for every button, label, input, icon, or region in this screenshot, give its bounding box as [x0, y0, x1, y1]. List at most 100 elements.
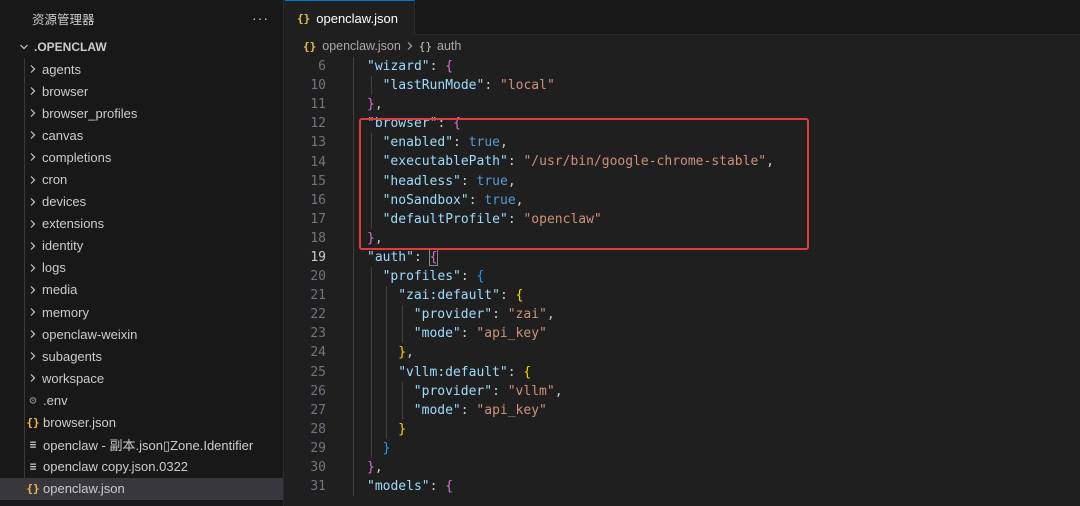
root-folder[interactable]: .OPENCLAW	[0, 36, 283, 58]
indent-guide	[353, 133, 354, 153]
chevron-right-icon	[406, 41, 414, 51]
line-number: 6	[318, 59, 326, 75]
file-item[interactable]: {} browser.json	[0, 412, 283, 434]
code-line: 24},	[285, 343, 1080, 363]
indent-guide	[370, 133, 372, 153]
line-content: "models": {	[367, 477, 453, 496]
folder-subagents[interactable]: subagents	[0, 345, 283, 367]
chevron-right-icon	[24, 83, 42, 99]
code-token: ,	[546, 307, 555, 323]
breadcrumb-symbol[interactable]: auth	[437, 39, 461, 53]
folder-openclaw-weixin[interactable]: openclaw-weixin	[0, 323, 283, 345]
line-content: },	[367, 229, 383, 248]
code-token: }	[367, 459, 375, 475]
line-number: 31	[310, 479, 326, 495]
line-content: "headless": true,	[383, 172, 516, 191]
folder-devices[interactable]: devices	[0, 191, 283, 213]
explorer-title: 资源管理器	[32, 12, 95, 27]
indent-guide	[401, 324, 403, 344]
line-content: "mode": "api_key"	[414, 401, 547, 420]
file-item[interactable]: ⚙ .env	[0, 389, 283, 411]
indent-guide	[353, 209, 354, 229]
line-content: "auth": {	[367, 248, 439, 267]
indent-guide	[370, 209, 372, 229]
chevron-right-icon	[24, 61, 42, 77]
folder-identity[interactable]: identity	[0, 235, 283, 257]
folder-workspace[interactable]: workspace	[0, 367, 283, 389]
indent-guide	[353, 324, 354, 344]
indent-guide	[370, 438, 372, 458]
code-token: "/usr/bin/google-chrome-stable"	[523, 154, 767, 170]
indent-guide	[353, 477, 354, 497]
line-number: 29	[310, 440, 326, 456]
folder-browser_profiles[interactable]: browser_profiles	[0, 102, 283, 124]
line-number: 17	[310, 211, 326, 227]
code-token: }	[398, 345, 407, 361]
line-number: 21	[310, 288, 326, 304]
file-item[interactable]: ≡ openclaw copy.json.0322	[0, 456, 283, 478]
indent-guide	[401, 381, 403, 401]
file-label: openclaw.json	[43, 481, 125, 497]
code-token: "auth"	[367, 249, 414, 265]
indent-guide	[386, 381, 388, 401]
chevron-right-icon	[24, 260, 42, 276]
file-item[interactable]: ≡ openclaw - 副本.json▯Zone.Identifier	[0, 434, 283, 456]
indent-guide	[370, 76, 372, 96]
tab-label: openclaw.json	[316, 10, 398, 26]
indent-guide	[353, 228, 354, 248]
folder-agents[interactable]: agents	[0, 58, 283, 80]
breadcrumb-file[interactable]: openclaw.json	[322, 39, 401, 53]
line-number: 24	[310, 345, 326, 361]
code-token: :	[492, 307, 508, 323]
line-number: 14	[310, 154, 326, 170]
code-token: }	[367, 230, 375, 246]
folder-label: logs	[42, 260, 66, 276]
line-number: 13	[310, 135, 326, 151]
code-token: ,	[406, 345, 414, 361]
tab-bar: {} openclaw.json	[285, 0, 1080, 35]
folder-label: workspace	[42, 370, 105, 386]
line-content: "browser": {	[367, 114, 461, 133]
indent-guide	[386, 305, 388, 325]
code-token: "provider"	[413, 307, 493, 323]
code-line: 31 "models": {	[285, 477, 1080, 497]
folder-browser[interactable]: browser	[0, 80, 283, 102]
file-label: openclaw copy.json.0322	[43, 459, 189, 475]
indent-guide	[353, 267, 354, 287]
file-item[interactable]: {} openclaw.json	[0, 477, 283, 500]
json-icon: {}	[26, 482, 40, 496]
indent-guide	[353, 381, 354, 401]
indent-guide	[370, 381, 372, 401]
indent-guide	[353, 114, 354, 134]
explorer-header: 资源管理器 ···	[0, 0, 283, 36]
folder-label: memory	[42, 304, 89, 320]
code-line: 22 "provider": "zai",	[285, 305, 1080, 325]
code-editor[interactable]: 6 "wizard": {10 "lastRunMode": "local" 11},…	[285, 57, 1080, 497]
line-content: "enabled": true,	[383, 133, 508, 152]
folder-extensions[interactable]: extensions	[0, 213, 283, 235]
folder-completions[interactable]: completions	[0, 146, 283, 168]
folder-memory[interactable]: memory	[0, 301, 283, 323]
indent-guide	[353, 343, 354, 363]
code-line: 15 "headless": true,	[285, 171, 1080, 191]
indent-guide	[386, 286, 388, 306]
folder-logs[interactable]: logs	[0, 257, 283, 279]
indent-guide	[370, 190, 372, 210]
folder-canvas[interactable]: canvas	[0, 124, 283, 146]
line-number: 28	[310, 421, 326, 437]
line-content: }	[398, 420, 406, 439]
folder-media[interactable]: media	[0, 279, 283, 301]
code-token: true	[484, 192, 516, 208]
tab-openclaw-json[interactable]: {} openclaw.json	[285, 0, 415, 35]
code-token: "provider"	[413, 383, 493, 399]
chevron-right-icon	[24, 370, 42, 386]
code-token: :	[460, 402, 477, 418]
indent-guide	[353, 419, 354, 439]
more-actions-icon[interactable]: ···	[252, 10, 269, 26]
file-label: browser.json	[43, 415, 116, 431]
code-token: :	[499, 288, 516, 304]
code-token: "api_key"	[476, 402, 547, 418]
code-token: "profiles"	[382, 269, 461, 285]
line-content: "mode": "api_key"	[414, 324, 547, 343]
folder-cron[interactable]: cron	[0, 168, 283, 190]
